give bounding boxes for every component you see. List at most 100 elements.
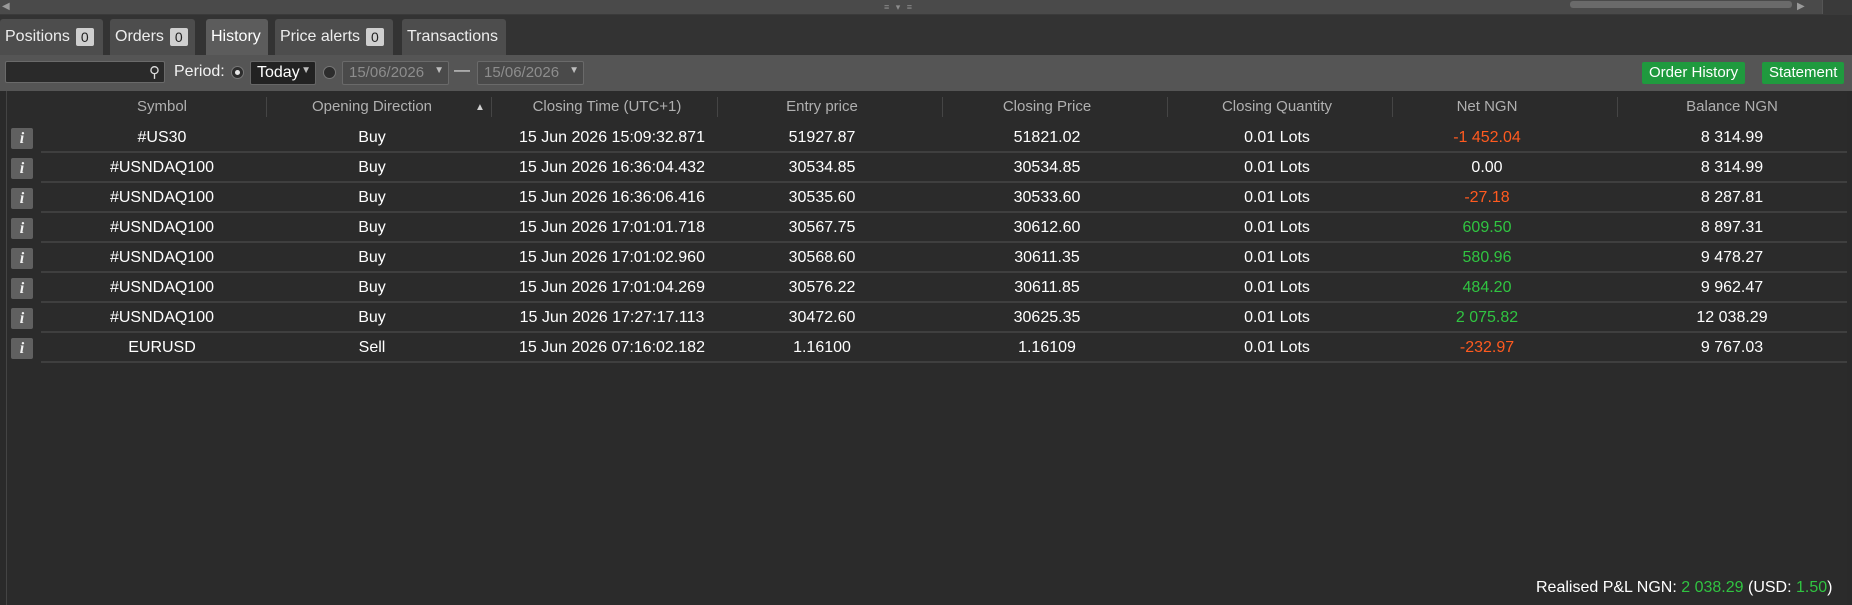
sort-ascending-icon: ▲ [475,102,485,113]
column-divider[interactable] [1392,97,1393,117]
info-icon[interactable]: i [11,188,33,209]
tab-orders[interactable]: Orders 0 [110,19,195,55]
cell-balance: 9 767.03 [1700,339,1764,356]
column-header-symbol[interactable]: Symbol [107,98,217,115]
cell-symbol: #US30 [137,129,187,146]
cell-closing-price: 30611.85 [1014,279,1080,296]
date-to: 15/06/2026 [484,64,560,81]
search-icon[interactable]: ⚲ [149,63,160,81]
column-header-net[interactable]: Net NGN [1427,98,1547,115]
tab-positions[interactable]: Positions 0 [0,19,103,55]
cell-closing-time: 15 Jun 2026 17:01:04.269 [519,279,705,296]
cell-net: -27.18 [1464,189,1510,206]
info-icon[interactable]: i [11,248,33,269]
cell-opening-direction: Buy [358,279,386,296]
table-row[interactable]: i #USNDAQ100 Buy 15 Jun 2026 17:27:17.113 30… [7,303,1847,333]
cell-entry-price: 30568.60 [788,249,856,266]
date-to-select[interactable]: 15/06/2026 ▼ [477,61,584,85]
cell-net: 580.96 [1462,249,1512,266]
info-icon[interactable]: i [11,218,33,239]
cell-entry-price: 1.16100 [793,339,851,356]
cell-closing-price: 30612.60 [1013,219,1081,236]
column-header-closing-time[interactable]: Closing Time (UTC+1) [507,98,707,115]
usd-open: (USD: [1747,579,1792,596]
tab-history[interactable]: History [206,19,268,55]
cell-entry-price: 30567.75 [788,219,856,236]
period-select[interactable]: Today ▼ [250,61,316,85]
tab-label: Positions [5,28,70,45]
chevron-down-icon: ▼ [301,65,311,76]
period-preset-radio[interactable] [231,66,244,79]
column-divider[interactable] [1167,97,1168,117]
count-badge: 0 [75,28,94,46]
date-from: 15/06/2026 [349,64,425,81]
cell-symbol: #USNDAQ100 [109,279,215,296]
cell-symbol: #USNDAQ100 [109,189,215,206]
column-header-balance[interactable]: Balance NGN [1657,98,1807,115]
column-divider[interactable] [491,97,492,117]
column-header-entry-price[interactable]: Entry price [757,98,887,115]
cell-opening-direction: Buy [358,309,386,326]
cell-closing-quantity: 0.01 Lots [1244,279,1310,296]
count-badge: 0 [169,28,188,46]
period-label: Period: [174,63,225,80]
tab-transactions[interactable]: Transactions [402,19,506,55]
cell-closing-quantity: 0.01 Lots [1244,159,1310,176]
tab-label: History [211,28,261,45]
column-header-closing-price[interactable]: Closing Price [982,98,1112,115]
cell-closing-quantity: 0.01 Lots [1244,189,1310,206]
scroll-right-icon[interactable]: ▶ [1797,1,1805,12]
date-from-select[interactable]: 15/06/2026 ▼ [342,61,449,85]
tab-price-alerts[interactable]: Price alerts 0 [275,19,393,55]
info-icon[interactable]: i [11,278,33,299]
column-header-opening-direction[interactable]: Opening Direction [297,98,447,115]
table-row[interactable]: i #USNDAQ100 Buy 15 Jun 2026 16:36:06.416 30… [7,183,1847,213]
search-input[interactable]: ⚲ [5,61,165,83]
realised-pnl-value: 2 038.29 [1681,579,1744,596]
statement-button[interactable]: Statement [1762,62,1845,84]
cell-closing-price: 30611.35 [1014,249,1080,266]
info-icon[interactable]: i [11,308,33,329]
resize-grip-icon[interactable]: ≡ ▾ ≡ [884,2,914,13]
custom-range-radio[interactable] [323,66,336,79]
cell-closing-price: 30625.35 [1013,309,1081,326]
tab-label: Transactions [407,28,498,45]
cell-opening-direction: Buy [358,219,386,236]
order-history-button[interactable]: Order History [1642,62,1746,84]
cell-closing-time: 15 Jun 2026 07:16:02.182 [519,339,705,356]
column-divider[interactable] [942,97,943,117]
scrollbar-thumb[interactable] [1570,1,1792,8]
cell-closing-quantity: 0.01 Lots [1244,129,1310,146]
cell-entry-price: 30576.22 [788,279,856,296]
cell-closing-quantity: 0.01 Lots [1244,219,1310,236]
scroll-left-icon[interactable]: ◀ [2,1,10,12]
info-icon[interactable]: i [11,128,33,149]
info-icon[interactable]: i [11,338,33,359]
cell-symbol: #USNDAQ100 [109,309,215,326]
cell-closing-quantity: 0.01 Lots [1244,309,1310,326]
cell-entry-price: 30535.60 [788,189,856,206]
cell-closing-time: 15 Jun 2026 17:01:01.718 [519,219,705,236]
table-row[interactable]: i EURUSD Sell 15 Jun 2026 07:16:02.182 1.161… [7,333,1847,363]
column-divider[interactable] [266,97,267,117]
period-value: Today [257,64,300,81]
chevron-down-icon: ▼ [569,65,579,76]
date-separator: — [454,62,470,79]
column-header-closing-quantity[interactable]: Closing Quantity [1192,98,1362,115]
info-icon[interactable]: i [11,158,33,179]
cell-opening-direction: Buy [358,189,386,206]
table-row[interactable]: i #USNDAQ100 Buy 15 Jun 2026 17:01:04.269 30… [7,273,1847,303]
table-row[interactable]: i #USNDAQ100 Buy 15 Jun 2026 16:36:04.432 30… [7,153,1847,183]
horizontal-scrollbar[interactable]: ◀ ≡ ▾ ≡ ▶ [0,0,1852,15]
cell-opening-direction: Sell [358,339,386,356]
column-divider[interactable] [1617,97,1618,117]
column-divider[interactable] [717,97,718,117]
table-row[interactable]: i #USNDAQ100 Buy 15 Jun 2026 17:01:01.718 30… [7,213,1847,243]
cell-net: 2 075.82 [1455,309,1519,326]
cell-symbol: EURUSD [128,339,196,356]
cell-balance: 12 038.29 [1696,309,1768,326]
cell-closing-price: 1.16109 [1018,339,1076,356]
table-row[interactable]: i #USNDAQ100 Buy 15 Jun 2026 17:01:02.960 30… [7,243,1847,273]
table-row[interactable]: i #US30 Buy 15 Jun 2026 15:09:32.871 51927.8… [7,123,1847,153]
cell-entry-price: 51927.87 [788,129,856,146]
